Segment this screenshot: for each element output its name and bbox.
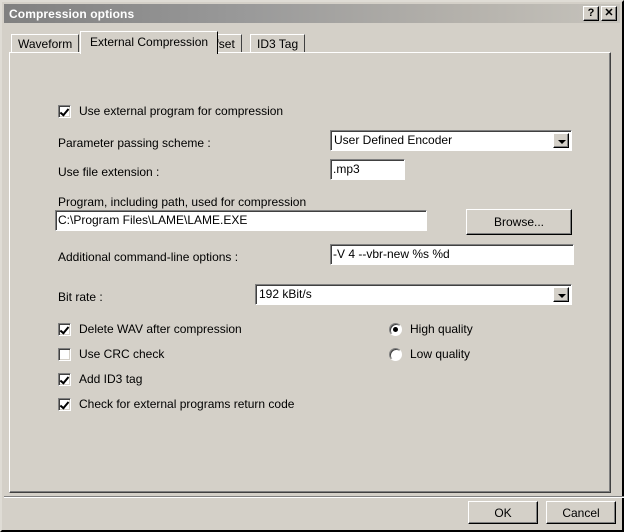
add-id3-tag-checkbox[interactable]: Add ID3 tag — [58, 372, 142, 386]
checkbox-box-icon — [58, 397, 71, 411]
chevron-down-icon[interactable] — [553, 133, 569, 148]
program-path-input[interactable]: C:\Program Files\LAME\LAME.EXE — [55, 210, 427, 231]
footer-divider — [4, 496, 624, 498]
delete-wav-label: Delete WAV after compression — [79, 322, 242, 336]
parameter-passing-scheme-label: Parameter passing scheme : — [58, 136, 211, 150]
checkbox-box-icon — [58, 104, 71, 118]
close-icon[interactable]: ✕ — [601, 6, 617, 21]
compression-options-dialog: Compression options ? ✕ Waveform Externa… — [0, 0, 624, 532]
check-return-code-label: Check for external programs return code — [79, 397, 295, 411]
bitrate-combo[interactable]: 192 kBit/s — [255, 284, 572, 305]
use-external-program-checkbox[interactable]: Use external program for compression — [58, 104, 283, 118]
tab-external-compression[interactable]: External Compression — [80, 31, 219, 54]
bitrate-value: 192 kBit/s — [259, 287, 312, 301]
window-title: Compression options — [9, 6, 135, 21]
program-path-label: Program, including path, used for compre… — [58, 195, 307, 209]
title-bar[interactable]: Compression options ? ✕ — [4, 4, 620, 23]
radio-box-icon — [389, 347, 402, 361]
title-bar-buttons: ? ✕ — [583, 6, 617, 21]
file-extension-input[interactable]: .mp3 — [330, 159, 405, 180]
use-crc-check-label: Use CRC check — [79, 347, 165, 361]
cmdline-options-input[interactable]: -V 4 --vbr-new %s %d — [330, 244, 574, 265]
bitrate-label: Bit rate : — [58, 290, 103, 304]
chevron-down-icon[interactable] — [553, 287, 569, 302]
cancel-button[interactable]: Cancel — [546, 501, 616, 524]
delete-wav-checkbox[interactable]: Delete WAV after compression — [58, 322, 242, 336]
browse-button[interactable]: Browse... — [466, 209, 572, 235]
add-id3-tag-label: Add ID3 tag — [79, 372, 143, 386]
cmdline-options-label: Additional command-line options : — [58, 250, 239, 264]
ok-button[interactable]: OK — [468, 501, 538, 524]
radio-box-icon — [389, 322, 402, 336]
file-extension-label: Use file extension : — [58, 165, 160, 179]
low-quality-radio[interactable]: Low quality — [389, 347, 470, 361]
checkbox-box-icon — [58, 322, 71, 336]
help-icon[interactable]: ? — [583, 6, 599, 21]
tab-page-external-compression: Use external program for compression Par… — [9, 52, 611, 493]
checkbox-box-icon — [58, 347, 71, 361]
tab-waveform[interactable]: Waveform — [11, 34, 80, 53]
high-quality-radio[interactable]: High quality — [389, 322, 473, 336]
checkbox-box-icon — [58, 372, 71, 386]
high-quality-label: High quality — [410, 322, 473, 336]
parameter-passing-scheme-combo[interactable]: User Defined Encoder — [330, 130, 572, 151]
low-quality-label: Low quality — [410, 347, 471, 361]
tab-id3-tag[interactable]: ID3 Tag — [250, 34, 306, 53]
use-crc-check-checkbox[interactable]: Use CRC check — [58, 347, 164, 361]
parameter-passing-scheme-value: User Defined Encoder — [334, 133, 453, 147]
check-return-code-checkbox[interactable]: Check for external programs return code — [58, 397, 294, 411]
use-external-program-label: Use external program for compression — [79, 104, 284, 118]
